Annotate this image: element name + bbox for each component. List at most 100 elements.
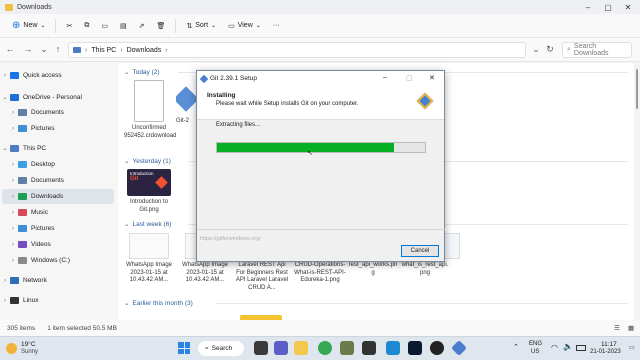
- group-header-today[interactable]: ⌄ Today (2): [124, 68, 160, 77]
- sidebar-item-downloads[interactable]: › Downloads: [2, 189, 114, 204]
- maximize-button[interactable]: ▢: [598, 0, 618, 14]
- battery-icon[interactable]: [576, 345, 586, 351]
- weather-temp[interactable]: 19°C: [21, 341, 36, 348]
- wifi-icon[interactable]: ◠: [551, 343, 558, 352]
- breadcrumb-downloads[interactable]: Downloads: [127, 47, 162, 54]
- dialog-close-button[interactable]: ✕: [429, 74, 435, 82]
- address-dropdown-icon[interactable]: ⌄: [530, 44, 542, 55]
- group-header-earlier[interactable]: ⌄ Earlier this month (3): [124, 299, 193, 308]
- videos-icon: [18, 241, 27, 248]
- git-logo-icon: [416, 92, 434, 110]
- weather-desc[interactable]: Sunny: [21, 349, 38, 355]
- clock-date[interactable]: 21-01-2023: [590, 349, 621, 355]
- sidebar-item-quick-access[interactable]: › Quick access: [0, 68, 118, 83]
- file-explorer-icon[interactable]: [294, 341, 308, 355]
- up-arrow-icon[interactable]: ↑: [52, 44, 64, 54]
- view-button[interactable]: ▭ View ⌄: [222, 17, 267, 35]
- teams-icon[interactable]: [274, 341, 288, 355]
- separator-chevron-icon: ›: [120, 46, 123, 54]
- scrollbar-thumb[interactable]: [636, 69, 638, 109]
- sidebar-item-onedrive-pictures[interactable]: › Pictures: [0, 121, 118, 136]
- separator-chevron-icon: ›: [85, 46, 88, 54]
- chevron-down-icon: ⌄: [124, 221, 130, 228]
- recent-chevron-icon[interactable]: ⌄: [38, 44, 50, 55]
- window-title: Downloads: [17, 3, 52, 11]
- group-label: Last week (6): [132, 220, 172, 228]
- cut-button[interactable]: ✂: [60, 17, 78, 35]
- vscode-icon[interactable]: [386, 341, 400, 355]
- plus-icon: ⊕: [12, 20, 21, 31]
- sidebar-item-music[interactable]: › Music: [0, 205, 118, 220]
- forward-arrow-icon[interactable]: →: [22, 44, 34, 54]
- refresh-icon[interactable]: ↻: [544, 44, 556, 55]
- installer-icon: [176, 86, 196, 112]
- rename-button[interactable]: ▤: [114, 17, 133, 35]
- sort-label: Sort: [195, 22, 209, 29]
- sort-button[interactable]: ⇅ Sort ⌄: [180, 17, 222, 35]
- file-item[interactable]: Git-2: [176, 80, 196, 126]
- dialog-title: Git 2.39.1 Setup: [210, 75, 257, 82]
- search-input[interactable]: ⌕ Search Downloads: [562, 42, 632, 58]
- new-button[interactable]: ⊕ New ⌄: [6, 17, 51, 35]
- sidebar-item-onedrive[interactable]: ⌄ OneDrive - Personal: [0, 90, 118, 105]
- selection-info: 1 item selected 50.5 MB: [47, 324, 117, 332]
- sidebar-item-onedrive-documents[interactable]: › Documents: [0, 105, 118, 120]
- sidebar-item-label: Linux: [23, 297, 39, 304]
- address-bar[interactable]: › This PC › Downloads ›: [68, 42, 526, 58]
- scrollbar[interactable]: [634, 63, 640, 320]
- app-icon[interactable]: [408, 341, 422, 355]
- view-label: View: [237, 22, 253, 29]
- breadcrumb-this-pc[interactable]: This PC: [91, 47, 116, 54]
- sidebar-item-linux[interactable]: › Linux: [0, 293, 118, 308]
- paste-button[interactable]: ▭: [95, 17, 114, 35]
- details-view-icon[interactable]: ☰: [614, 324, 620, 332]
- delete-button[interactable]: 🗑: [150, 17, 171, 35]
- group-header-last-week[interactable]: ⌄ Last week (6): [124, 220, 172, 229]
- tiles-view-icon[interactable]: ▦: [628, 324, 634, 332]
- language-indicator[interactable]: ENG: [529, 341, 542, 347]
- terminal-icon[interactable]: [362, 341, 376, 355]
- start-button[interactable]: [178, 342, 190, 354]
- file-item[interactable]: Introduction Git Introduction to Git.png: [124, 169, 174, 214]
- chevron-down-icon: ⌄: [211, 23, 217, 29]
- taskbar-search[interactable]: ⌕ Search: [198, 341, 244, 356]
- git-setup-dialog: Git 2.39.1 Setup – ▢ ✕ Installing Please…: [196, 70, 446, 262]
- sidebar-item-this-pc[interactable]: ⌄ This PC: [0, 141, 118, 156]
- close-button[interactable]: ✕: [618, 0, 638, 14]
- chrome-icon[interactable]: [318, 341, 332, 355]
- task-view-icon[interactable]: [254, 341, 268, 355]
- language-region[interactable]: US: [531, 349, 539, 355]
- notification-bell-icon[interactable]: ▭: [629, 344, 635, 351]
- share-button[interactable]: ⇗: [133, 17, 151, 35]
- chevron-up-icon[interactable]: ⌃: [513, 343, 519, 351]
- more-button[interactable]: ···: [267, 17, 286, 35]
- sidebar-item-windows-c[interactable]: › Windows (C:): [0, 253, 118, 268]
- weather-icon[interactable]: [6, 343, 17, 354]
- file-item[interactable]: Unconfirmed 952452.crdownload: [124, 80, 176, 140]
- sidebar-item-network[interactable]: › Network: [0, 273, 118, 288]
- github-icon[interactable]: [430, 341, 444, 355]
- group-label: Yesterday (1): [132, 157, 171, 165]
- sidebar-item-desktop[interactable]: › Desktop: [0, 157, 118, 172]
- minimize-button[interactable]: –: [578, 0, 598, 14]
- clock-time[interactable]: 11:17: [601, 341, 617, 348]
- group-header-yesterday[interactable]: ⌄ Yesterday (1): [124, 157, 171, 166]
- back-arrow-icon[interactable]: ←: [4, 44, 16, 54]
- sidebar-item-label: Quick access: [23, 72, 62, 79]
- command-bar: ⊕ New ⌄ ✂ ⧉ ▭ ▤ ⇗ 🗑 ⇅ Sort ⌄ ▭ View ⌄ ··…: [0, 14, 640, 38]
- sidebar-item-label: Documents: [31, 109, 64, 116]
- drive-icon: [18, 257, 27, 264]
- sidebar-item-documents[interactable]: › Documents: [0, 173, 118, 188]
- share-icon: ⇗: [138, 22, 145, 30]
- volume-icon[interactable]: 🔈: [563, 342, 573, 351]
- progress-bar: [216, 142, 426, 153]
- file-item[interactable]: WhatsApp Image 2023-01-15 at 10.43.42 AM…: [124, 233, 174, 285]
- address-row: ← → ⌄ ↑ › This PC › Downloads › ⌄ ↻ ⌕ Se…: [0, 38, 640, 62]
- dialog-minimize-button[interactable]: –: [383, 74, 387, 81]
- git-setup-taskbar-icon[interactable]: [451, 340, 467, 356]
- sidebar-item-videos[interactable]: › Videos: [0, 237, 118, 252]
- cancel-button[interactable]: Cancel: [401, 245, 439, 257]
- copy-button[interactable]: ⧉: [78, 17, 95, 35]
- app-icon[interactable]: [340, 341, 354, 355]
- sidebar-item-pictures[interactable]: › Pictures: [0, 221, 118, 236]
